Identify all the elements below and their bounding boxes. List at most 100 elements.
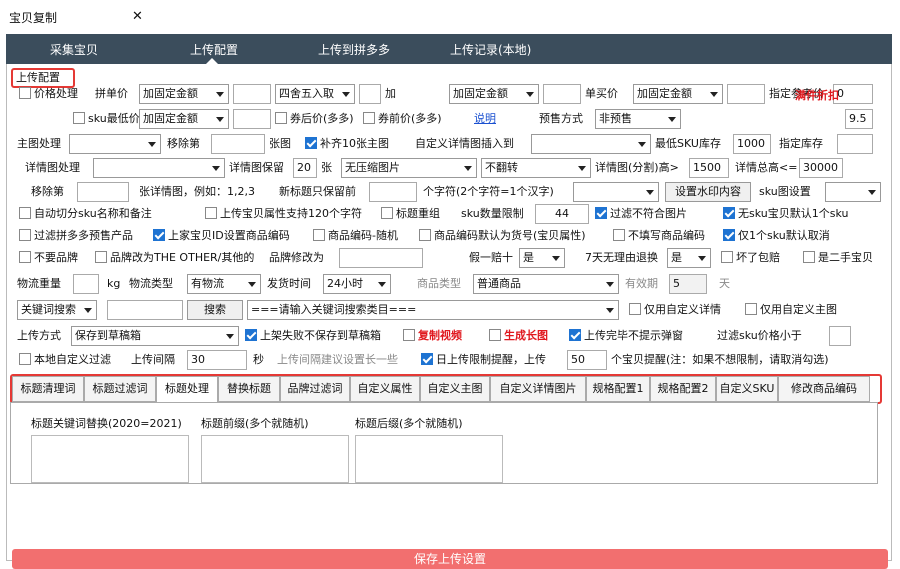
- second-hand-checkbox[interactable]: 是二手宝贝: [803, 248, 873, 268]
- filter-img-checkbox[interactable]: 过滤不符合图片: [595, 204, 687, 224]
- custom-detail-only-checkbox[interactable]: 仅用自定义详情: [629, 300, 721, 320]
- price-handle-checkbox[interactable]: 价格处理: [19, 84, 78, 104]
- coupon-before-checkbox[interactable]: 券前价(多多): [363, 109, 442, 129]
- fake-select[interactable]: 是: [519, 248, 565, 268]
- long-img-checkbox[interactable]: 生成长图: [489, 326, 548, 346]
- presale-select[interactable]: 非预售: [595, 109, 681, 129]
- code-random-checkbox[interactable]: 商品编码-随机: [313, 226, 398, 246]
- tab-title-filter[interactable]: 标题过滤词: [84, 376, 156, 402]
- auto-split-checkbox[interactable]: 自动切分sku名称和备注: [19, 204, 152, 224]
- title-regroup-checkbox[interactable]: 标题重组: [381, 204, 440, 224]
- new-title-input[interactable]: [369, 182, 417, 202]
- single-price-select[interactable]: 加固定金额: [633, 84, 723, 104]
- discount-input[interactable]: 9.5: [845, 109, 873, 129]
- nav-upload-history[interactable]: 上传记录(本地): [450, 41, 531, 58]
- save-settings-button[interactable]: 保存上传设置: [12, 549, 888, 569]
- logistics-select[interactable]: 有物流: [187, 274, 261, 294]
- remove-detail-input[interactable]: [77, 182, 129, 202]
- tab-spec2[interactable]: 规格配置2: [650, 376, 716, 402]
- code-default-checkbox[interactable]: 商品编码默认为货号(宝贝属性): [419, 226, 586, 246]
- plus-select[interactable]: 加固定金额: [449, 84, 539, 104]
- group-price-input[interactable]: [233, 84, 271, 104]
- filter-presale-checkbox[interactable]: 过滤拼多多预售产品: [19, 226, 133, 246]
- broken-checkbox[interactable]: 坏了包赔: [721, 248, 780, 268]
- tab-custom-sku[interactable]: 自定义SKU: [716, 376, 778, 402]
- no-brand-checkbox[interactable]: 不要品牌: [19, 248, 78, 268]
- brand-change-input[interactable]: [339, 248, 423, 268]
- close-icon[interactable]: ✕: [132, 9, 143, 24]
- only1-sku-checkbox[interactable]: 仅1个sku默认取消: [723, 226, 830, 246]
- no-sku-checkbox[interactable]: 无sku宝贝默认1个sku: [723, 204, 848, 224]
- prefix-textarea[interactable]: [201, 435, 349, 483]
- no-save-draft-checkbox[interactable]: 上架失败不保存到草稿箱: [245, 326, 381, 346]
- daily-limit-input[interactable]: 50: [567, 350, 607, 370]
- compress-select[interactable]: 无压缩图片: [341, 158, 477, 178]
- seven-select[interactable]: 是: [667, 248, 711, 268]
- nav-upload-config[interactable]: 上传配置: [190, 41, 238, 58]
- keyword-mode-select[interactable]: 关键词搜索: [17, 300, 97, 320]
- tab-edit-code[interactable]: 修改商品编码: [778, 376, 870, 402]
- main-img-select[interactable]: [69, 134, 161, 154]
- nav-collect[interactable]: 采集宝贝: [50, 41, 98, 58]
- tab-replace-title[interactable]: 替换标题: [218, 376, 280, 402]
- brand-other-checkbox[interactable]: 品牌改为THE OTHER/其他的: [95, 248, 254, 268]
- coupon-after-checkbox[interactable]: 券后价(多多): [275, 109, 354, 129]
- upload-mode-select[interactable]: 保存到草稿箱: [71, 326, 239, 346]
- tab-brand-filter[interactable]: 品牌过滤词: [280, 376, 350, 402]
- title-120-checkbox[interactable]: 上传宝贝属性支持120个字符: [205, 204, 362, 224]
- ship-select[interactable]: 24小时: [323, 274, 391, 294]
- keep-input[interactable]: 20: [293, 158, 317, 178]
- sku-min-select[interactable]: 加固定金额: [139, 109, 229, 129]
- rounding-input[interactable]: [359, 84, 381, 104]
- single-price-input[interactable]: [727, 84, 765, 104]
- rounding-select[interactable]: 四舍五入取: [275, 84, 355, 104]
- no-popup-checkbox[interactable]: 上传完毕不提示弹窗: [569, 326, 683, 346]
- copy-video-checkbox[interactable]: 复制视频: [403, 326, 462, 346]
- fill10-checkbox[interactable]: 补齐10张主图: [305, 134, 389, 154]
- category-select[interactable]: ===请输入关键词搜索类目===: [247, 300, 619, 320]
- local-filter-checkbox[interactable]: 本地自定义过滤: [19, 350, 111, 370]
- tab-custom-main[interactable]: 自定义主图: [420, 376, 490, 402]
- detail-img-select[interactable]: [93, 158, 225, 178]
- interval-input[interactable]: 30: [187, 350, 247, 370]
- stock-input[interactable]: [837, 134, 873, 154]
- watermark-button[interactable]: 设置水印内容: [665, 182, 751, 202]
- group-price-select[interactable]: 加固定金额: [139, 84, 229, 104]
- custom-detail-select[interactable]: [531, 134, 651, 154]
- sku-min-input[interactable]: [233, 109, 271, 129]
- no-fill-code-checkbox[interactable]: 不填写商品编码: [613, 226, 705, 246]
- shop-id-checkbox[interactable]: 上家宝贝ID设置商品编码: [153, 226, 290, 246]
- replace-textarea[interactable]: [31, 435, 189, 483]
- stock-label: 指定库存: [779, 137, 823, 150]
- weight-input[interactable]: [73, 274, 99, 294]
- suffix-label: 标题后缀(多个就随机): [355, 417, 463, 430]
- plus-input[interactable]: [543, 84, 581, 104]
- goods-type-select[interactable]: 普通商品: [473, 274, 619, 294]
- tab-custom-detail[interactable]: 自定义详情图片: [490, 376, 586, 402]
- nav-upload-pdd[interactable]: 上传到拼多多: [318, 41, 390, 58]
- tab-spec1[interactable]: 规格配置1: [586, 376, 650, 402]
- keyword-input[interactable]: [107, 300, 183, 320]
- window-tab[interactable]: 宝贝复制 ✕: [0, 0, 150, 34]
- search-button[interactable]: 搜索: [187, 300, 243, 320]
- ref-price-input[interactable]: 0: [833, 84, 873, 104]
- tab-custom-attr[interactable]: 自定义属性: [350, 376, 420, 402]
- total-h-input[interactable]: 30000: [799, 158, 843, 178]
- daily-limit-checkbox[interactable]: 日上传限制提醒，上传: [421, 350, 546, 370]
- remove-main-input[interactable]: [211, 134, 265, 154]
- sku-img-select[interactable]: [825, 182, 881, 202]
- flip-select[interactable]: 不翻转: [481, 158, 591, 178]
- split-h-input[interactable]: 1500: [689, 158, 729, 178]
- sku-limit-input[interactable]: 44: [535, 204, 589, 224]
- sku-min-checkbox[interactable]: sku最低价: [73, 109, 140, 129]
- filter-sku-input[interactable]: [829, 326, 851, 346]
- tab-title-clean[interactable]: 标题清理词: [12, 376, 84, 402]
- replace-label: 标题关键词替换(2020=2021): [31, 417, 182, 430]
- min-sku-input[interactable]: 1000: [733, 134, 771, 154]
- custom-main-only-checkbox[interactable]: 仅用自定义主图: [745, 300, 837, 320]
- title-mode-select[interactable]: [573, 182, 659, 202]
- explain-link[interactable]: 说明: [474, 109, 496, 129]
- tab-title-process[interactable]: 标题处理: [156, 376, 218, 404]
- suffix-textarea[interactable]: [355, 435, 503, 483]
- valid-input[interactable]: 5: [669, 274, 707, 294]
